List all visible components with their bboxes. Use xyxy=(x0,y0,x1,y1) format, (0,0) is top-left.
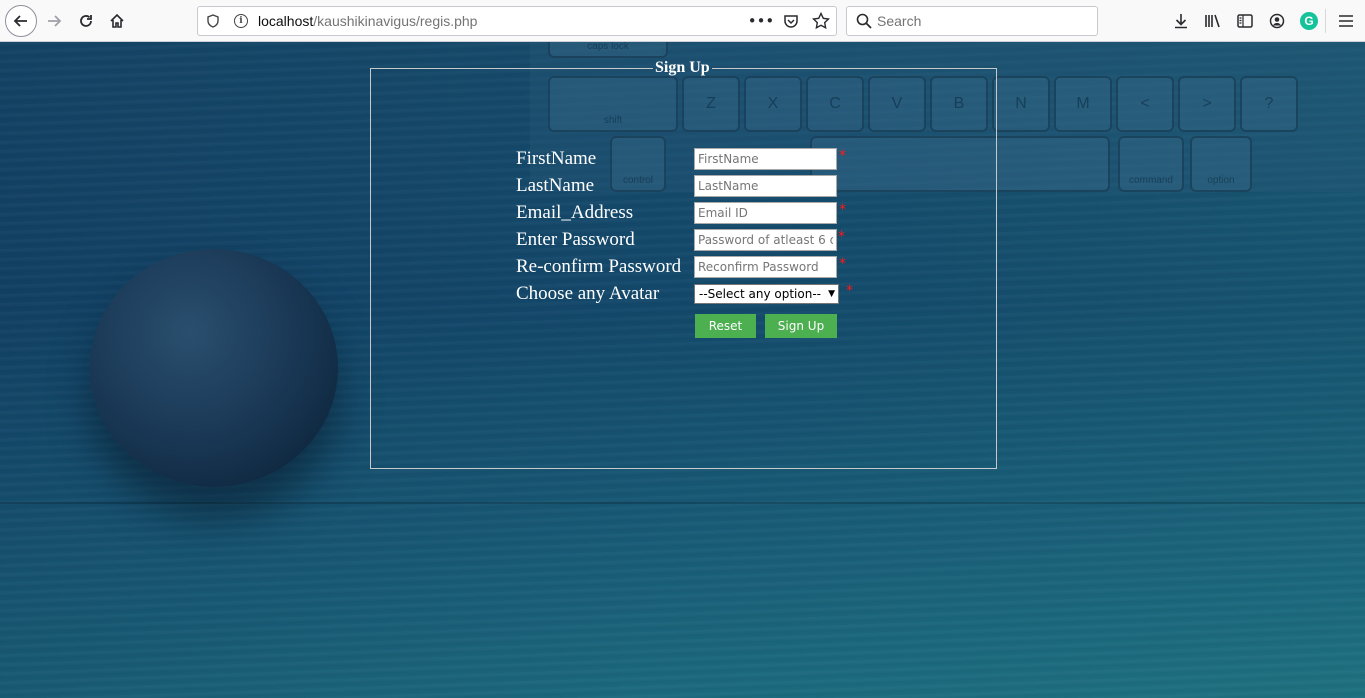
wood-plank-seam xyxy=(0,502,1365,504)
tracking-shield-icon[interactable] xyxy=(206,13,220,29)
avatar-required-mark: * xyxy=(846,283,853,299)
signup-legend: Sign Up xyxy=(655,59,710,76)
menu-button[interactable] xyxy=(1335,10,1357,32)
password-label: Enter Password xyxy=(516,229,635,250)
url-actions: ••• xyxy=(748,11,830,31)
signup-fieldset: Sign Up FirstName * LastName Email_Addre… xyxy=(370,59,997,469)
firstname-input[interactable] xyxy=(694,148,837,170)
bg-key-n: N xyxy=(992,76,1050,132)
toolbar-icons: G xyxy=(1165,10,1325,32)
hamburger-menu-icon xyxy=(1339,15,1353,27)
firstname-required-mark: * xyxy=(839,148,846,164)
avatar-select[interactable]: --Select any option-- ▼ xyxy=(694,284,839,304)
bg-key-caps-lock: caps lock xyxy=(548,42,668,58)
forward-button[interactable] xyxy=(40,7,68,35)
avatar-label: Choose any Avatar xyxy=(516,283,660,304)
bg-key-comma: < xyxy=(1116,76,1174,132)
reconfirm-password-label: Re-confirm Password xyxy=(516,256,682,277)
bg-key-command: command xyxy=(1118,136,1184,192)
reset-button[interactable]: Reset xyxy=(695,314,756,338)
background-apple-image xyxy=(90,249,338,487)
email-required-mark: * xyxy=(839,202,846,218)
reconfirm-password-required-mark: * xyxy=(839,256,846,272)
reload-icon xyxy=(80,15,92,27)
password-input[interactable] xyxy=(694,229,837,251)
home-icon xyxy=(110,13,124,28)
grammarly-extension-button[interactable]: G xyxy=(1293,10,1325,32)
search-bar[interactable] xyxy=(846,6,1098,36)
url-text[interactable]: localhost/kaushikinavigus/regis.php xyxy=(258,13,477,29)
firstname-label: FirstName xyxy=(516,148,597,169)
account-icon[interactable] xyxy=(1261,10,1293,32)
url-bar[interactable]: i localhost/kaushikinavigus/regis.php ••… xyxy=(197,6,837,36)
reconfirm-password-input[interactable] xyxy=(694,256,837,278)
bg-key-slash: ? xyxy=(1240,76,1298,132)
signup-button[interactable]: Sign Up xyxy=(765,314,837,338)
pocket-icon[interactable] xyxy=(782,11,800,31)
downloads-icon[interactable] xyxy=(1165,10,1197,32)
email-input[interactable] xyxy=(694,202,837,224)
arrow-left-icon xyxy=(13,15,27,27)
bg-key-m: M xyxy=(1054,76,1112,132)
home-button[interactable] xyxy=(103,7,131,35)
back-button[interactable] xyxy=(5,5,37,37)
email-label: Email_Address xyxy=(516,202,634,223)
lastname-label: LastName xyxy=(516,175,595,196)
browser-toolbar: i localhost/kaushikinavigus/regis.php ••… xyxy=(0,0,1365,42)
grammarly-icon: G xyxy=(1300,12,1318,30)
url-path: /kaushikinavigus/regis.php xyxy=(313,13,478,29)
lastname-input[interactable] xyxy=(694,175,837,197)
password-required-mark: * xyxy=(838,229,845,245)
search-input[interactable] xyxy=(877,13,1077,29)
dropdown-caret-icon: ▼ xyxy=(828,289,835,299)
site-info-icon[interactable]: i xyxy=(234,14,248,28)
reload-button[interactable] xyxy=(72,7,100,35)
page-background: caps lock shift Z X C V B N M < > ? cont… xyxy=(0,42,1365,698)
bg-key-period: > xyxy=(1178,76,1236,132)
avatar-select-value: --Select any option-- xyxy=(699,287,821,301)
bg-key-option: option xyxy=(1190,136,1252,192)
sidebar-icon[interactable] xyxy=(1229,10,1261,32)
toolbar-separator xyxy=(1325,9,1326,33)
bookmark-star-icon[interactable] xyxy=(812,11,830,31)
arrow-right-icon xyxy=(48,15,62,27)
page-actions-icon[interactable]: ••• xyxy=(748,11,775,31)
url-host: localhost xyxy=(258,13,314,29)
library-icon[interactable] xyxy=(1197,10,1229,32)
search-icon xyxy=(855,12,873,30)
